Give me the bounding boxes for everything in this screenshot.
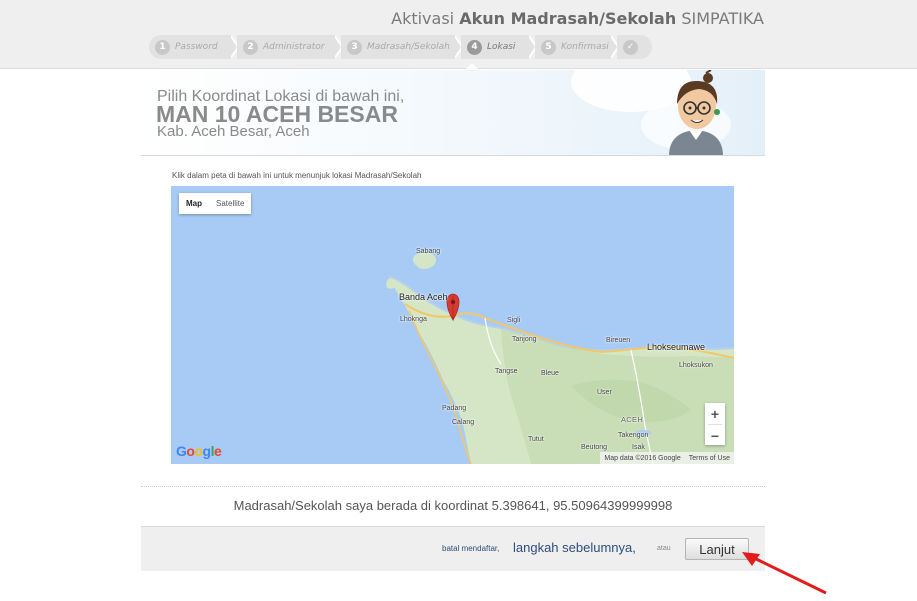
location-banner: Pilih Koordinat Lokasi di bawah ini, MAN… bbox=[141, 70, 765, 156]
map-instruction: Klik dalam peta di bawah ini untuk menun… bbox=[172, 171, 422, 180]
coordinate-value: 5.398641, 95.50964399999998 bbox=[491, 498, 673, 513]
place-label: Tutut bbox=[528, 436, 544, 443]
place-label: Padang bbox=[442, 405, 467, 412]
step-lokasi: 4 Lokasi bbox=[461, 35, 529, 59]
zoom-control: + − bbox=[705, 403, 725, 445]
coordinate-readout: Madrasah/Sekolah saya berada di koordina… bbox=[233, 498, 673, 513]
place-label: Banda Aceh bbox=[399, 292, 448, 302]
form-footer: batal mendaftar, langkah sebelumnya, ata… bbox=[141, 526, 765, 571]
zoom-out-button[interactable]: − bbox=[705, 425, 725, 446]
place-label: Lhoksukon bbox=[679, 362, 713, 369]
map-type-control: Map Satellite bbox=[179, 193, 252, 214]
region-label: ACEH bbox=[621, 415, 644, 424]
place-label: Beutong bbox=[581, 444, 608, 451]
app-title: Aktivasi Akun Madrasah/Sekolah SIMPATIKA bbox=[391, 9, 764, 28]
wizard-steps: 1 Password 2 Administrator 3 Madrasah/Se… bbox=[149, 35, 652, 59]
cancel-registration-link[interactable]: batal mendaftar, bbox=[442, 544, 499, 553]
school-region: Kab. Aceh Besar, Aceh bbox=[157, 123, 310, 140]
place-label: Sabang bbox=[416, 248, 441, 255]
step-administrator: 2 Administrator bbox=[237, 35, 335, 59]
place-label: Tangse bbox=[495, 368, 518, 375]
mascot-avatar-icon bbox=[669, 70, 723, 155]
zoom-in-button[interactable]: + bbox=[705, 403, 725, 424]
step-password: 1 Password bbox=[149, 35, 231, 59]
place-label: User bbox=[597, 389, 612, 396]
location-map[interactable]: Map Satellite Sabang Banda Aceh Lhoknga … bbox=[171, 186, 734, 464]
place-label: Calang bbox=[452, 419, 475, 426]
terms-of-use-link[interactable]: Terms of Use bbox=[685, 455, 734, 462]
place-label: Lhokseumawe bbox=[647, 342, 706, 352]
google-logo[interactable]: Google bbox=[176, 443, 222, 459]
red-arrow-icon bbox=[742, 552, 827, 595]
page-header: Aktivasi Akun Madrasah/Sekolah SIMPATIKA… bbox=[0, 0, 917, 69]
place-label: Sigli bbox=[507, 317, 521, 324]
active-step-caret bbox=[466, 63, 478, 69]
map-attribution: Map data ©2016 Google Terms of Use bbox=[600, 452, 734, 464]
step-konfirmasi: 5 Konfirmasi bbox=[535, 35, 611, 59]
place-label: Takengon bbox=[618, 432, 649, 439]
map-type-map-button[interactable]: Map bbox=[179, 193, 209, 214]
step-done: ✓ bbox=[617, 35, 652, 59]
or-label: atau bbox=[657, 545, 671, 552]
map-type-satellite-button[interactable]: Satellite bbox=[209, 193, 251, 214]
place-label: Bireuen bbox=[606, 337, 631, 344]
place-label: Bleue bbox=[541, 370, 559, 377]
place-label: Tanjong bbox=[512, 336, 537, 343]
place-label: Isak bbox=[632, 444, 645, 451]
previous-step-link[interactable]: langkah sebelumnya, bbox=[513, 540, 636, 555]
check-icon: ✓ bbox=[623, 39, 638, 55]
place-label: Lhoknga bbox=[400, 316, 427, 323]
divider bbox=[141, 486, 765, 487]
step-madrasah: 3 Madrasah/Sekolah bbox=[341, 35, 455, 59]
